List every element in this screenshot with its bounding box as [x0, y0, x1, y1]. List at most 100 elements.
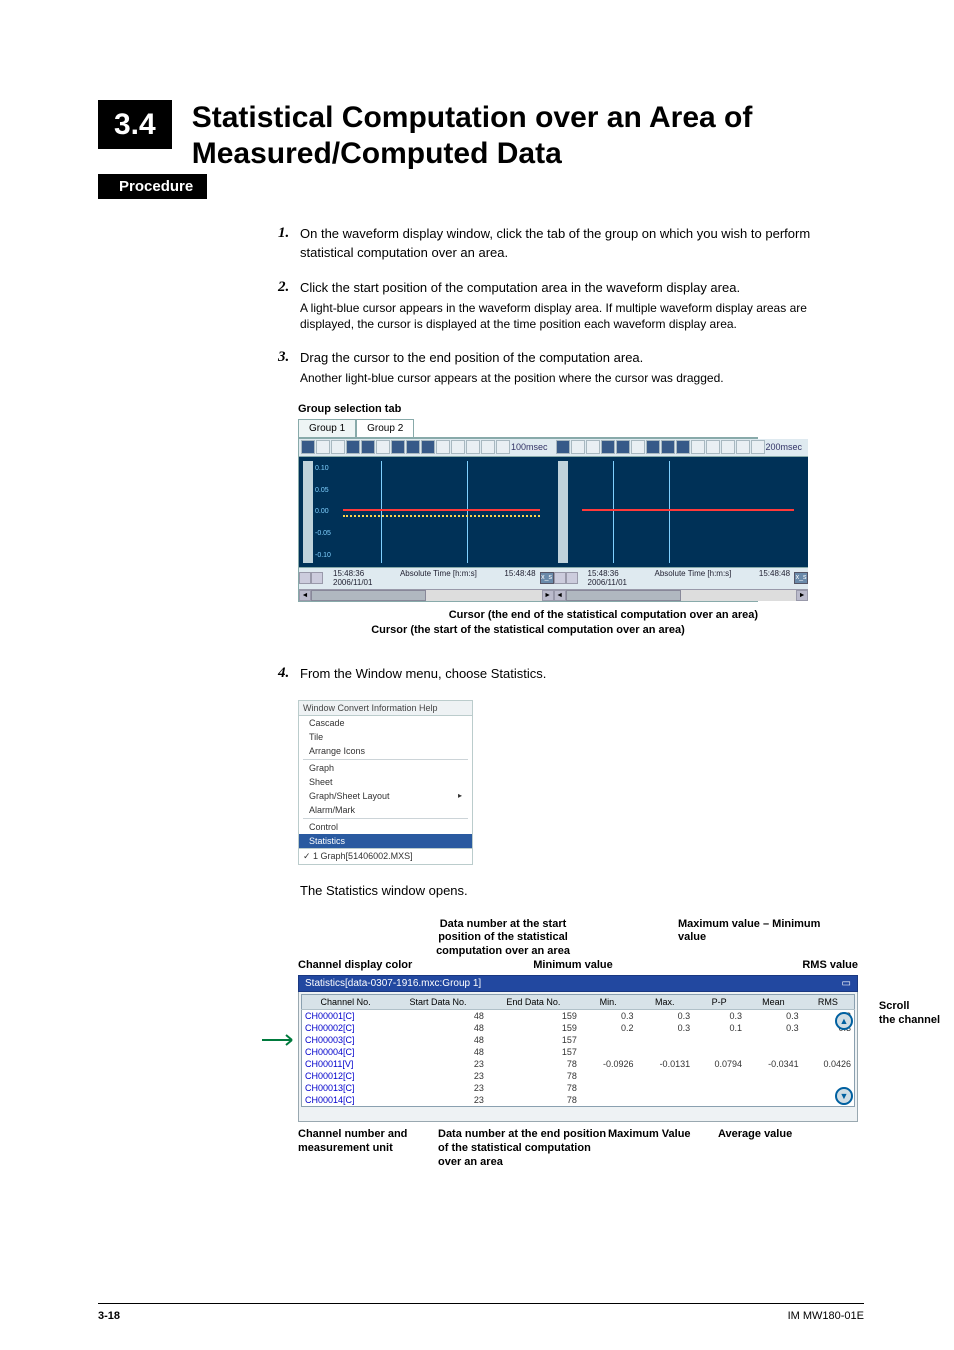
toolbar-button-icon[interactable] — [616, 440, 630, 454]
horizontal-scrollbar[interactable]: ◄ ► — [554, 589, 809, 601]
table-row[interactable]: CH00014[C]2378 — [302, 1094, 855, 1107]
toolbar-button-icon[interactable] — [466, 440, 480, 454]
nav-button-icon[interactable] — [554, 572, 566, 584]
page-footer: 3-18 IM MW180-01E — [98, 1303, 864, 1322]
waveform-panel-left: 100msec 0.100.050.00-0.05-0.10 — [299, 439, 554, 601]
group-tab-row: Group 1 Group 2 — [298, 419, 758, 438]
scroll-right-icon[interactable]: ► — [796, 590, 808, 601]
step-2: 2. Click the start position of the compu… — [278, 279, 864, 333]
table-cell — [745, 1070, 802, 1082]
group-tab-1[interactable]: Group 1 — [298, 419, 356, 437]
table-cell: 78 — [487, 1070, 580, 1082]
annot-max-minus-min: Maximum value – Minimum value — [678, 918, 848, 958]
cursor-start[interactable] — [381, 461, 382, 563]
menu-item-cascade[interactable]: Cascade — [299, 716, 472, 730]
table-row[interactable]: CH00003[C]48157 — [302, 1034, 855, 1046]
cursor-end[interactable] — [669, 461, 670, 563]
stats-header-cell: Mean — [745, 995, 802, 1010]
prev-icon[interactable] — [736, 440, 750, 454]
table-cell — [693, 1082, 745, 1094]
menu-status-item[interactable]: ✓ 1 Graph[51406002.MXS] — [298, 849, 473, 865]
toolbar-button-icon[interactable] — [556, 440, 570, 454]
statistics-table: Channel No.Start Data No.End Data No.Min… — [301, 994, 855, 1107]
zoom-out-icon[interactable] — [331, 440, 345, 454]
annot-minimum-value: Minimum value — [518, 959, 628, 972]
group-tab-2[interactable]: Group 2 — [356, 419, 414, 437]
scroll-left-icon[interactable]: ◄ — [299, 590, 311, 601]
waveform-figure: Group selection tab Group 1 Group 2 — [298, 403, 758, 638]
toolbar-button-icon[interactable] — [706, 440, 720, 454]
nav-button-icon[interactable] — [299, 572, 311, 584]
toolbar-button-icon[interactable] — [661, 440, 675, 454]
toolbar-button-icon[interactable] — [691, 440, 705, 454]
toolbar-button-icon[interactable] — [721, 440, 735, 454]
table-cell: -0.0131 — [636, 1058, 693, 1070]
maximize-icon[interactable]: ▭ — [842, 978, 851, 989]
table-cell: CH00001[C] — [302, 1010, 390, 1023]
toolbar-button-icon[interactable] — [601, 440, 615, 454]
menu-item-statistics[interactable]: Statistics — [299, 834, 472, 848]
menu-item-tile[interactable]: Tile — [299, 730, 472, 744]
menu-item-arrange-icons[interactable]: Arrange Icons — [299, 744, 472, 758]
zoom-in-icon[interactable] — [316, 440, 330, 454]
table-row[interactable]: CH00001[C]481590.30.30.30.30.3 — [302, 1010, 855, 1023]
toolbar-button-icon[interactable] — [646, 440, 660, 454]
x-scale-button[interactable]: x_s — [540, 572, 554, 584]
menu-item-sheet[interactable]: Sheet — [299, 775, 472, 789]
cursor-end[interactable] — [467, 461, 468, 563]
toolbar-button-icon[interactable] — [361, 440, 375, 454]
scrollbar-thumb[interactable] — [566, 590, 681, 601]
table-row[interactable]: CH00013[C]2378 — [302, 1082, 855, 1094]
nav-button-icon[interactable] — [566, 572, 578, 584]
horizontal-scrollbar[interactable]: ◄ ► — [299, 589, 554, 601]
scroll-right-icon[interactable]: ► — [542, 590, 554, 601]
toolbar-button-icon[interactable] — [676, 440, 690, 454]
waveform-plot-area[interactable] — [554, 457, 809, 567]
toolbar-button-icon[interactable] — [631, 440, 645, 454]
stats-header-cell: End Data No. — [487, 995, 580, 1010]
cursor-start[interactable] — [613, 461, 614, 563]
scroll-up-icon[interactable]: ▲ — [835, 1012, 853, 1030]
toolbar-button-icon[interactable] — [451, 440, 465, 454]
table-cell: 0.3 — [745, 1010, 802, 1023]
waveform-trace — [582, 509, 795, 511]
table-row[interactable]: CH00011[V]2378-0.0926-0.01310.0794-0.034… — [302, 1058, 855, 1070]
menu-item-graph-sheet-layout[interactable]: Graph/Sheet Layout▸ — [299, 789, 472, 803]
menu-item-graph[interactable]: Graph — [299, 761, 472, 775]
y-axis-strip — [303, 461, 313, 563]
menubar[interactable]: Window Convert Information Help — [298, 700, 473, 716]
toolbar-button-icon[interactable] — [301, 440, 315, 454]
toolbar-button-icon[interactable] — [436, 440, 450, 454]
table-cell — [693, 1094, 745, 1107]
scroll-left-icon[interactable]: ◄ — [554, 590, 566, 601]
scrollbar-thumb[interactable] — [311, 590, 426, 601]
table-cell: 48 — [389, 1010, 487, 1023]
zoom-in-icon[interactable] — [571, 440, 585, 454]
x-scale-button[interactable]: x_s — [794, 572, 808, 584]
next-icon[interactable] — [496, 440, 510, 454]
toolbar-button-icon[interactable] — [421, 440, 435, 454]
followup-text: The Statistics window opens. — [300, 883, 864, 898]
step-number: 1. — [278, 225, 300, 263]
toolbar-button-icon[interactable] — [376, 440, 390, 454]
next-icon[interactable] — [751, 440, 765, 454]
chevron-right-icon: ▸ — [458, 791, 462, 800]
table-cell — [636, 1046, 693, 1058]
nav-button-icon[interactable] — [311, 572, 323, 584]
table-row[interactable]: CH00012[C]2378 — [302, 1070, 855, 1082]
zoom-out-icon[interactable] — [586, 440, 600, 454]
table-row[interactable]: CH00002[C]481590.20.30.10.30.3 — [302, 1022, 855, 1034]
toolbar-button-icon[interactable] — [346, 440, 360, 454]
toolbar-button-icon[interactable] — [406, 440, 420, 454]
waveform-plot-area[interactable]: 0.100.050.00-0.05-0.10 — [299, 457, 554, 567]
toolbar-button-icon[interactable] — [391, 440, 405, 454]
table-cell: 157 — [487, 1034, 580, 1046]
menu-item-control[interactable]: Control — [299, 820, 472, 834]
table-row[interactable]: CH00004[C]48157 — [302, 1046, 855, 1058]
page-number: 3-18 — [98, 1310, 120, 1322]
scroll-down-icon[interactable]: ▼ — [835, 1087, 853, 1105]
table-cell: 0.3 — [580, 1010, 637, 1023]
table-cell — [636, 1094, 693, 1107]
menu-item-alarm-mark[interactable]: Alarm/Mark — [299, 803, 472, 817]
prev-icon[interactable] — [481, 440, 495, 454]
